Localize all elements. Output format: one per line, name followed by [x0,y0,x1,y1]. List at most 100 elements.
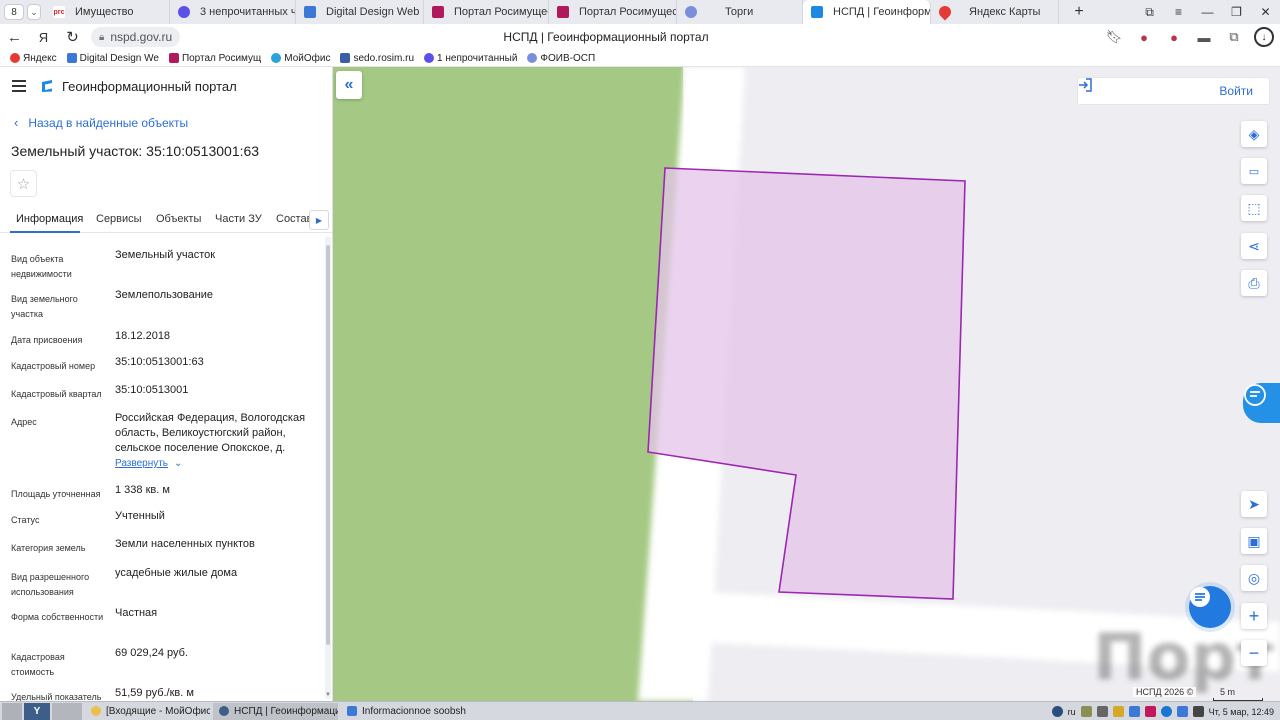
print-button[interactable]: ⎙ [1241,270,1267,296]
attribute-value: Земли населенных пунктов [115,538,255,550]
browser-tab[interactable]: ргс Имущество [45,0,170,24]
reload-icon[interactable]: ↻ [58,28,87,46]
browser-tab[interactable]: Портал Росимущества [549,0,677,24]
chat-button[interactable] [1189,586,1231,628]
volume-icon[interactable] [1096,706,1108,717]
print-icon: ⎙ [1248,274,1260,291]
clipboard-icon[interactable] [1112,706,1124,717]
app-tray-icon[interactable] [1144,706,1156,717]
address-bar: ← Я ↻ 🔒︎ nspd.gov.ru НСПД | Геоинформаци… [0,24,1280,50]
bookmark-icon[interactable]: 🔖︎ [1104,29,1124,45]
address-bar-actions: 🔖︎ ● ● ▬ ⧉ ↓ [1104,24,1274,50]
hamburger-menu-icon[interactable] [12,77,26,95]
zoom-out-button[interactable]: − [1241,640,1267,666]
attribute-label: Адрес [11,417,37,427]
extension-icon[interactable]: ● [1164,30,1184,45]
tab-services[interactable]: Сервисы [96,213,142,225]
back-icon[interactable]: ← [0,29,29,46]
minimap-icon: ▣ [1247,532,1261,549]
tab-objects[interactable]: Объекты [156,213,201,225]
close-window-icon[interactable]: ✕ [1251,5,1280,19]
bookmark-item[interactable]: sedo.rosim.ru [340,53,414,64]
panel-scrollbar[interactable] [325,237,331,699]
browser-tab[interactable]: Торги [677,0,803,24]
login-button[interactable]: Войти [1077,77,1270,105]
bookmark-item[interactable]: Портал Росимущ [168,53,261,64]
attribute-label: Вид объекта недвижимости [11,254,72,279]
maximize-icon[interactable]: ❐ [1222,5,1251,19]
tab-counter[interactable]: 8 [4,4,24,20]
tabs-scroll-right-button[interactable]: ▶ [309,210,329,230]
share-button[interactable]: ⋖ [1241,233,1267,259]
active-tab-indicator [10,231,80,233]
new-tab-button[interactable]: + [1067,3,1091,21]
tab-composition[interactable]: Состав [276,213,312,225]
bookmark-item[interactable]: ФОИВ-ОСП [527,53,595,64]
browser-tab[interactable]: Digital Design Web Clien [296,0,424,24]
hp-icon[interactable] [1160,706,1172,717]
support-chat-tab[interactable] [1243,383,1280,423]
back-to-results-link[interactable]: ‹ Назад в найденные объекты [14,115,188,130]
bookmark-item[interactable]: 1 непрочитанный [424,53,517,64]
tab-list-dropdown[interactable]: ⌄ [27,4,41,20]
yandex-tray-icon[interactable] [1051,706,1063,717]
chevron-down-icon: ⌄ [174,458,183,469]
collapse-panel-button[interactable]: « [336,71,362,99]
scrollbar-thumb[interactable] [326,245,330,645]
browser-tab-active[interactable]: НСПД | Геоинформац ✕ [803,0,931,24]
back-link-label: Назад в найденные объекты [28,115,189,130]
taskbar-task[interactable]: Informacionnoe soobshhe... [341,703,466,720]
network-icon[interactable] [1080,706,1092,717]
zoom-in-button[interactable]: + [1241,603,1267,629]
app-tray-icon[interactable] [1128,706,1140,717]
tab-information[interactable]: Информация [16,213,83,225]
map-view[interactable]: Порт « Войти ◈ ▭ ⬚ ⋖ ⎙ ➤ ▣ ◎ + − НСПД 20… [333,67,1280,701]
bookmark-item[interactable]: МойОфис [271,53,330,64]
ruler-button[interactable]: ▭ [1241,158,1267,184]
map-canvas[interactable]: Порт [333,67,1280,701]
scroll-down-arrow-icon[interactable]: ▼ [325,692,331,698]
expand-address-link[interactable]: Развернуть ⌄ [115,458,182,469]
browser-tab[interactable]: Портал Росимущества [424,0,549,24]
minimize-icon[interactable]: — [1193,5,1222,19]
login-icon [1079,78,1092,92]
collections-icon[interactable]: ⧉ [1135,5,1164,20]
clock[interactable]: Чт, 5 мар, 12:49 [1209,707,1274,717]
taskbar-task[interactable]: [Входящие - МойОфис П... [85,703,210,720]
menu-icon[interactable]: ≡ [1164,5,1193,19]
bookmark-item[interactable]: Яндекс [10,53,57,64]
attribute-label: Удельный показатель [11,692,102,701]
browser-tab[interactable]: Яндекс Карты [931,0,1059,24]
geolocation-icon: ◎ [1247,569,1261,586]
select-area-button[interactable]: ⬚ [1241,195,1267,221]
document-app-icon [347,706,357,716]
url-field[interactable]: 🔒︎ nspd.gov.ru [91,27,181,47]
minimap-button[interactable]: ▣ [1241,528,1267,554]
workspace-switcher[interactable] [52,702,82,720]
extension-icon[interactable]: ● [1134,30,1154,45]
vpn-extension-icon[interactable]: ▬ [1194,30,1214,45]
start-menu-button[interactable] [2,702,22,720]
emblem-favicon-icon [685,6,697,18]
document-favicon-icon [304,6,316,18]
browser-tab[interactable]: 3 непрочитанных чата [170,0,296,24]
keyboard-layout[interactable]: ru [1068,707,1076,717]
extensions-icon[interactable]: ⧉ [1224,29,1244,45]
bookmark-item[interactable]: Digital Design We [66,53,159,64]
download-icon[interactable]: ↓ [1254,27,1274,47]
favorite-star-button[interactable]: ☆ [10,170,37,197]
os-taskbar: Y [Входящие - МойОфис П... НСПД | Геоинф… [0,701,1280,720]
zoom-in-icon: + [1248,605,1260,626]
window-controls: ⧉ ≡ — ❐ ✕ [1135,0,1280,24]
yandex-icon[interactable]: Я [29,30,58,45]
layers-button[interactable]: ◈ [1241,121,1267,147]
locate-button[interactable]: ➤ [1241,491,1267,517]
yandex-launcher-icon[interactable]: Y [24,702,50,720]
tab-label: Digital Design Web Clien [326,6,423,18]
taskbar-task-active[interactable]: НСПД | Геоинформацио... [213,702,338,720]
power-icon[interactable] [1192,706,1204,717]
tab-parts[interactable]: Части ЗУ [215,213,262,225]
app-tray-icon[interactable] [1176,706,1188,717]
geolocation-button[interactable]: ◎ [1241,565,1267,591]
messenger-icon [424,53,435,63]
